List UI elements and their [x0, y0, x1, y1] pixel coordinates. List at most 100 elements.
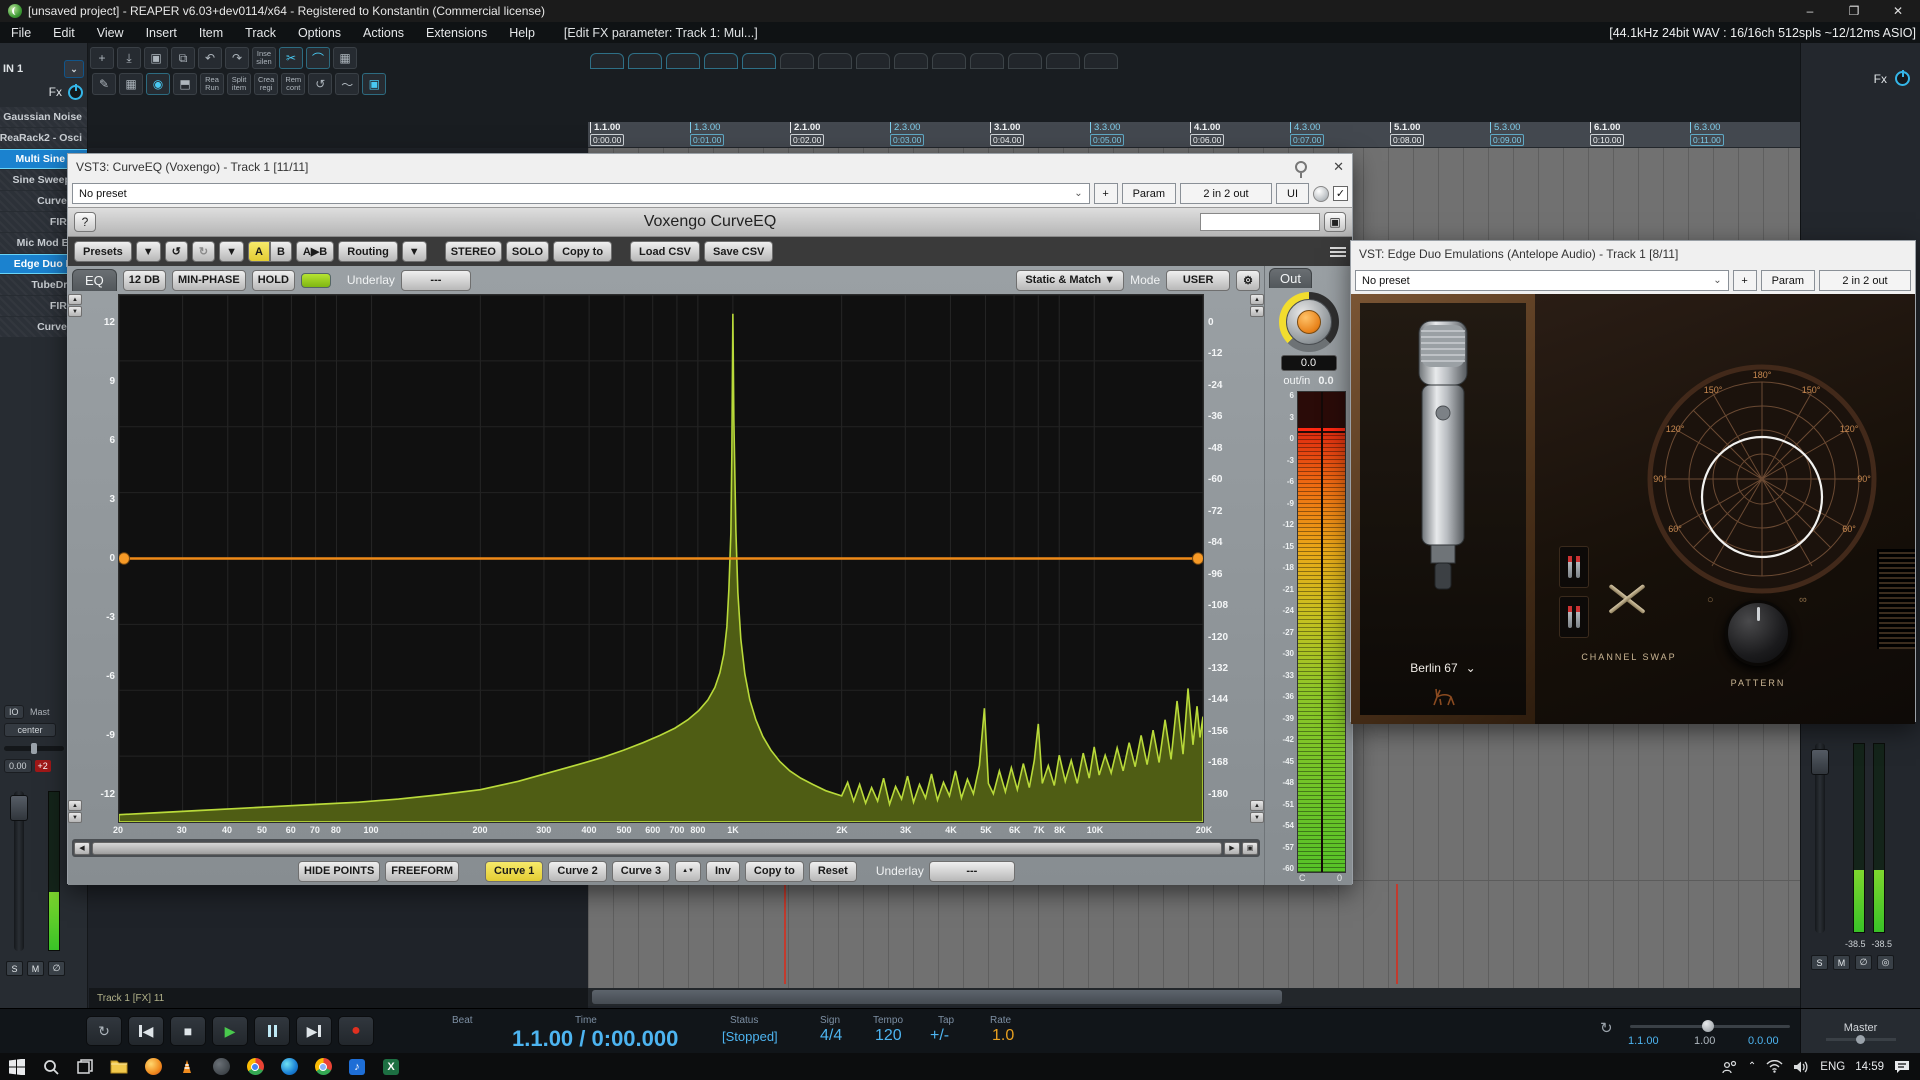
curve3-button[interactable]: Curve 3: [612, 861, 670, 882]
undo-button[interactable]: ↶: [198, 47, 222, 69]
search-icon[interactable]: [34, 1053, 68, 1080]
go-to-start-button[interactable]: ◀: [128, 1016, 164, 1046]
hold-button[interactable]: HOLD: [252, 270, 295, 291]
start-button[interactable]: [0, 1053, 34, 1080]
wet-dry-knob[interactable]: [1313, 186, 1329, 202]
eq-spectrum-graph[interactable]: [118, 294, 1204, 823]
scale-up-icon[interactable]: ▲: [68, 800, 82, 811]
eq-tab[interactable]: EQ: [72, 269, 117, 291]
scroll-left-icon[interactable]: ◀: [74, 842, 90, 855]
mode-value-button[interactable]: USER: [1166, 270, 1230, 291]
redo-icon[interactable]: ↻: [192, 241, 215, 262]
reascript-run-button[interactable]: Rea Run: [200, 73, 224, 95]
underlay-selector-bottom[interactable]: ---: [929, 861, 1015, 882]
out-tab[interactable]: Out: [1269, 268, 1312, 288]
eq-scroll-handle[interactable]: [92, 842, 1222, 855]
solo-button[interactable]: S: [6, 961, 23, 976]
eq-hscrollbar[interactable]: ◀ ▶ ▣: [72, 839, 1260, 857]
io-routing-button[interactable]: 2 in 2 out: [1180, 183, 1272, 204]
curveeq-window-titlebar[interactable]: VST3: CurveEQ (Voxengo) - Track 1 [11/11…: [68, 154, 1352, 180]
curveeq-close-icon[interactable]: ✕: [1333, 159, 1344, 175]
hide-points-button[interactable]: HIDE POINTS: [298, 861, 380, 882]
help-button[interactable]: ?: [74, 212, 96, 232]
link-button[interactable]: ⌒: [306, 47, 330, 69]
load-csv-button[interactable]: Load CSV: [630, 241, 700, 262]
curve-spinner[interactable]: ▲▼: [675, 861, 701, 882]
minimize-button[interactable]: –: [1788, 0, 1832, 22]
menu-item[interactable]: Track: [234, 26, 287, 40]
phase-button[interactable]: ∅: [48, 961, 65, 976]
freeform-button[interactable]: FREEFORM: [385, 861, 459, 882]
invert-button[interactable]: Inv: [706, 861, 740, 882]
curve2-button[interactable]: Curve 2: [548, 861, 606, 882]
hidden-icons-chevron[interactable]: ⌃: [1748, 1061, 1756, 1072]
io-button[interactable]: IO: [4, 705, 24, 719]
input-switch-1[interactable]: [1559, 546, 1589, 588]
presets-button[interactable]: Presets: [74, 241, 132, 262]
eq-point-right[interactable]: [1193, 553, 1203, 564]
copy-to-button-top[interactable]: Copy to: [553, 241, 612, 262]
add-item-button[interactable]: +: [90, 47, 114, 69]
curveeq-preset-combo[interactable]: No preset ⌄: [72, 183, 1090, 204]
menu-item[interactable]: Options: [287, 26, 352, 40]
menu-item[interactable]: Extensions: [415, 26, 498, 40]
media-app-icon[interactable]: ♪: [340, 1053, 374, 1080]
menu-item[interactable]: Actions: [352, 26, 415, 40]
bypass-checkbox[interactable]: ✓: [1333, 186, 1348, 201]
utility-app-icon[interactable]: [204, 1053, 238, 1080]
notification-icon[interactable]: [1894, 1060, 1910, 1074]
plugin-textbox[interactable]: [1200, 213, 1320, 231]
playrate-slider[interactable]: [1630, 1025, 1790, 1028]
routing-dropdown-icon[interactable]: ▼: [402, 241, 427, 262]
mute-button[interactable]: M: [27, 961, 44, 976]
param-button[interactable]: Param: [1122, 183, 1176, 204]
speaker-icon[interactable]: [1793, 1060, 1810, 1074]
input-dropdown-button[interactable]: ⌄: [64, 60, 84, 78]
gear-icon[interactable]: ⚙: [1236, 270, 1260, 291]
undo-icon[interactable]: ↺: [165, 241, 188, 262]
hscrollbar-handle[interactable]: [592, 990, 1282, 1004]
excel-icon[interactable]: X: [374, 1053, 408, 1080]
play-button[interactable]: ▶: [212, 1016, 248, 1046]
pattern-knob[interactable]: [1725, 600, 1791, 666]
edge-param-button[interactable]: Param: [1761, 270, 1815, 291]
ab-b-button[interactable]: B: [270, 241, 292, 262]
preset-add-button[interactable]: +: [1094, 183, 1118, 204]
playrate-value[interactable]: 1.0: [992, 1027, 1014, 1045]
master-volume-fader[interactable]: [1815, 743, 1825, 933]
menu-item[interactable]: Help: [498, 26, 546, 40]
master-mute-button[interactable]: M: [1833, 955, 1850, 970]
split-item-button[interactable]: Split item: [227, 73, 251, 95]
playback-position[interactable]: 1.1.00 / 0:00.000: [512, 1026, 678, 1052]
snap-toggle-button[interactable]: ◉: [146, 73, 170, 95]
hold-led-indicator[interactable]: [301, 273, 331, 288]
zoom-fit-icon[interactable]: ▣: [1242, 842, 1258, 855]
timeline-ruler[interactable]: 1.1.00 0:00.00 1.3.00 0:01.00 2.1.00 0:0…: [588, 122, 1800, 148]
scale-down-icon[interactable]: ▼: [68, 306, 82, 317]
import-media-button[interactable]: ⤓: [117, 47, 141, 69]
a-to-b-button[interactable]: A▶B: [296, 241, 334, 262]
underlay-selector[interactable]: ---: [401, 270, 471, 291]
scale-down-icon[interactable]: ▼: [68, 812, 82, 823]
grid-snap-button[interactable]: ▦: [119, 73, 143, 95]
fx-chain-item[interactable]: ReaRack2 - Osci: [0, 128, 87, 148]
record-button[interactable]: ●: [338, 1016, 374, 1046]
save-csv-button[interactable]: Save CSV: [704, 241, 773, 262]
save-project-button[interactable]: ▣: [144, 47, 168, 69]
menu-item[interactable]: File: [0, 26, 42, 40]
edge-browser-icon[interactable]: [272, 1053, 306, 1080]
stop-button[interactable]: ■: [170, 1016, 206, 1046]
grid-button[interactable]: ▦: [333, 47, 357, 69]
playrate-reset-icon[interactable]: ↻: [1600, 1019, 1613, 1037]
create-region-button[interactable]: Crea regi: [254, 73, 278, 95]
tap-tempo-button[interactable]: +/-: [930, 1027, 949, 1045]
pause-button[interactable]: [254, 1016, 290, 1046]
arrange-hscrollbar[interactable]: [588, 988, 1800, 1006]
input-switch-2[interactable]: [1559, 596, 1589, 638]
vlc-icon[interactable]: [170, 1053, 204, 1080]
mic-model-value[interactable]: Berlin 67: [1410, 661, 1457, 675]
chrome-icon[interactable]: [238, 1053, 272, 1080]
pan-value[interactable]: center: [4, 723, 56, 737]
undo-history-button[interactable]: ↺: [308, 73, 332, 95]
master-pan-slider[interactable]: [1826, 1038, 1896, 1041]
